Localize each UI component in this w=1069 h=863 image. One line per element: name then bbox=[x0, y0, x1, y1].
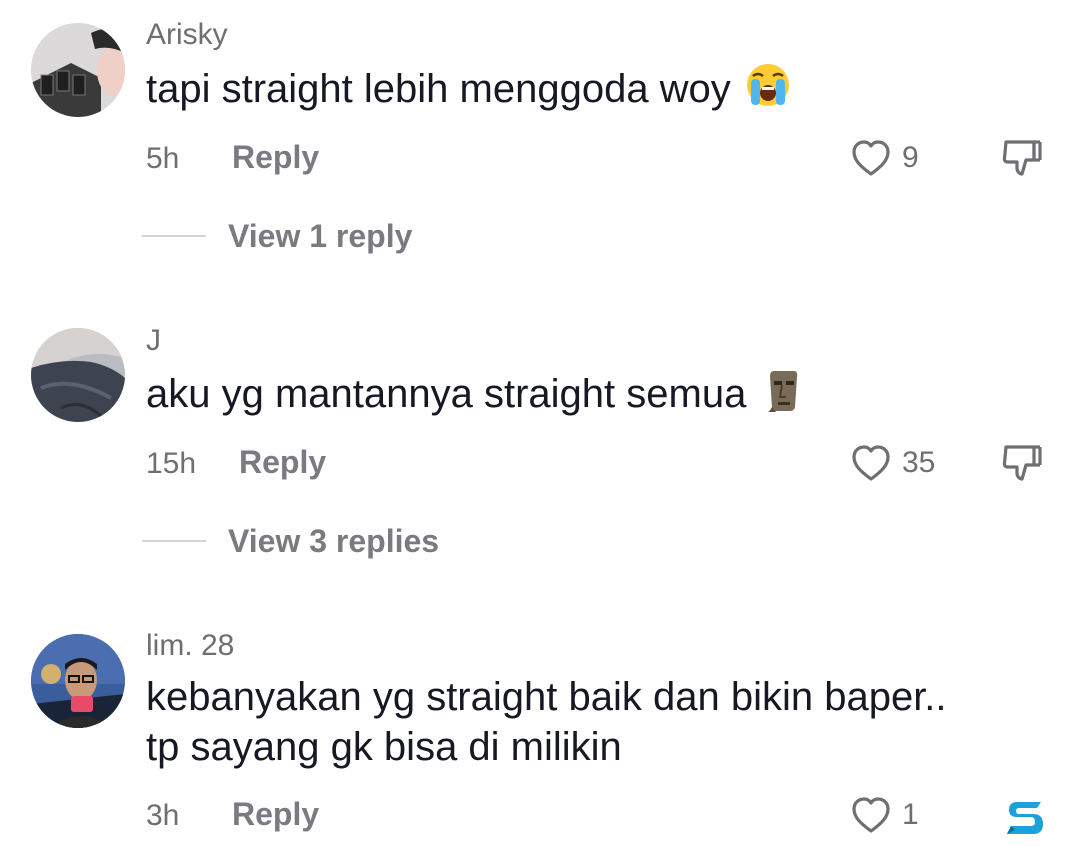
like-count: 9 bbox=[902, 141, 919, 174]
like-button[interactable]: 35 bbox=[850, 443, 935, 483]
username[interactable]: Arisky bbox=[146, 18, 228, 52]
like-count: 1 bbox=[902, 798, 919, 831]
comment-time: 5h bbox=[146, 142, 180, 175]
comment-time: 15h bbox=[146, 447, 197, 480]
divider-line bbox=[142, 235, 206, 237]
view-replies-button[interactable]: View 1 reply bbox=[142, 216, 412, 256]
dislike-button[interactable] bbox=[1000, 136, 1044, 180]
comment-text: tapi straight lebih menggoda woy bbox=[146, 62, 791, 114]
avatar[interactable] bbox=[31, 23, 125, 117]
heart-outline-icon bbox=[852, 445, 890, 481]
username[interactable]: J bbox=[146, 324, 161, 358]
reply-button[interactable]: Reply bbox=[239, 444, 326, 481]
avatar[interactable] bbox=[31, 328, 125, 422]
like-button[interactable]: 1 bbox=[850, 795, 919, 835]
view-replies-label: View 3 replies bbox=[228, 522, 440, 559]
divider-line bbox=[142, 540, 206, 542]
comment-time: 3h bbox=[146, 799, 180, 832]
reply-button[interactable]: Reply bbox=[232, 796, 319, 833]
moai-emoji bbox=[760, 367, 806, 413]
comment-text-line-1: kebanyakan yg straight baik dan bikin ba… bbox=[146, 675, 947, 719]
like-button[interactable]: 9 bbox=[850, 138, 919, 178]
heart-outline-icon bbox=[852, 797, 890, 833]
comment-text-line-2: tp sayang gk bisa di milikin bbox=[146, 725, 622, 769]
heart-outline-icon bbox=[852, 140, 890, 176]
username[interactable]: lim. 28 bbox=[146, 629, 234, 663]
thumbs-down-outline-icon bbox=[1002, 445, 1042, 481]
thumbs-down-outline-icon bbox=[1002, 140, 1042, 176]
comment-text: aku yg mantannya straight semua bbox=[146, 367, 806, 419]
view-replies-button[interactable]: View 3 replies bbox=[142, 521, 439, 561]
view-replies-label: View 1 reply bbox=[228, 217, 413, 254]
avatar[interactable] bbox=[31, 634, 125, 728]
loudly-crying-face-emoji bbox=[745, 62, 791, 108]
comment-text-content: aku yg mantannya straight semua bbox=[146, 372, 747, 416]
comment-text-content: tapi straight lebih menggoda woy bbox=[146, 67, 731, 111]
like-count: 35 bbox=[902, 446, 936, 479]
s-logo-watermark bbox=[1003, 796, 1047, 840]
reply-button[interactable]: Reply bbox=[232, 139, 319, 176]
dislike-button[interactable] bbox=[1000, 441, 1044, 485]
